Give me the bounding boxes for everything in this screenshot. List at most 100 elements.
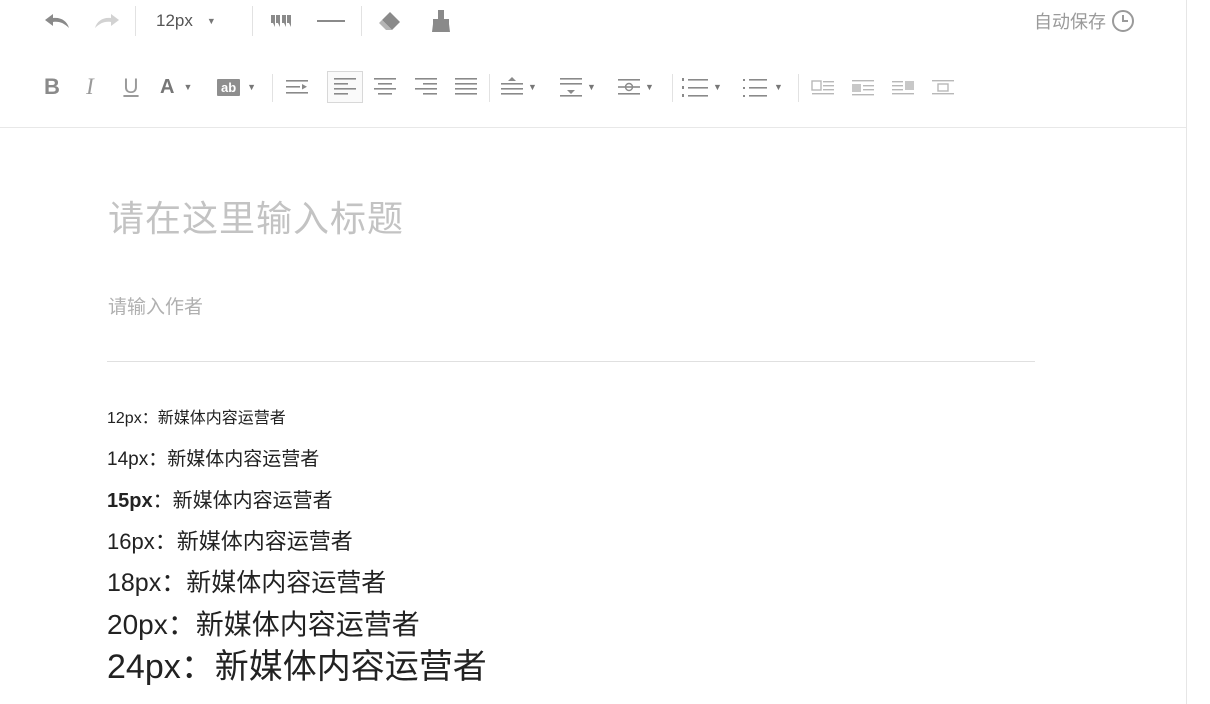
sample-text: 新媒体内容运营者 bbox=[186, 568, 387, 597]
toolbar-separator bbox=[672, 74, 673, 102]
toolbar-separator bbox=[798, 74, 799, 102]
align-justify-icon bbox=[455, 78, 477, 95]
sample-separator: ： bbox=[167, 608, 196, 641]
paragraph-spacing-top-button[interactable]: ▼ bbox=[500, 71, 546, 103]
underline-button[interactable]: U bbox=[120, 71, 142, 103]
editor-toolbar: 12px ▼ 自动保存 B I U A ▼ ab ▼ ▼ ▼ ▼ ▼ ▼ bbox=[0, 0, 1186, 128]
chevron-down-icon: ▼ bbox=[645, 82, 654, 92]
italic-button[interactable]: I bbox=[80, 71, 100, 103]
unordered-list-icon bbox=[743, 79, 767, 97]
sample-line-14px[interactable]: 14px：新媒体内容运营者 bbox=[107, 444, 319, 471]
sample-line-20px[interactable]: 20px：新媒体内容运营者 bbox=[107, 603, 420, 643]
image-float-left-button[interactable] bbox=[809, 71, 837, 103]
autosave-label: 自动保存 bbox=[1034, 12, 1106, 32]
sample-separator: ： bbox=[161, 568, 187, 597]
image-right-icon bbox=[892, 81, 914, 95]
chevron-down-icon: ▼ bbox=[713, 82, 722, 92]
blockquote-button[interactable] bbox=[268, 5, 294, 37]
undo-button[interactable] bbox=[42, 5, 72, 37]
align-left-button[interactable] bbox=[327, 71, 363, 103]
sample-label: 24px bbox=[107, 648, 181, 686]
sample-line-18px[interactable]: 18px：新媒体内容运营者 bbox=[107, 563, 386, 599]
align-justify-button[interactable] bbox=[451, 71, 481, 103]
toolbar-separator bbox=[489, 74, 490, 102]
sample-line-16px[interactable]: 16px：新媒体内容运营者 bbox=[107, 524, 353, 556]
eraser-icon bbox=[379, 12, 400, 30]
chevron-down-icon: ▼ bbox=[247, 82, 257, 92]
font-size-value: 12px bbox=[156, 11, 193, 30]
format-painter-button[interactable] bbox=[428, 5, 454, 37]
highlight-color-button[interactable]: ab ▼ bbox=[217, 71, 265, 103]
author-input[interactable]: 请输入作者 bbox=[108, 292, 203, 319]
align-center-button[interactable] bbox=[370, 71, 400, 103]
sample-label: 16px bbox=[107, 529, 155, 554]
sample-text: 新媒体内容运营者 bbox=[214, 647, 487, 687]
sample-separator: ： bbox=[154, 530, 177, 555]
rich-text-editor: 12px ▼ 自动保存 B I U A ▼ ab ▼ ▼ ▼ ▼ ▼ ▼ 请在这… bbox=[0, 0, 1187, 704]
image-float-right-button[interactable] bbox=[889, 71, 917, 103]
align-right-icon bbox=[415, 78, 437, 95]
sample-separator: ： bbox=[152, 488, 173, 512]
line-height-button[interactable]: ▼ bbox=[617, 71, 663, 103]
sample-label: 15px bbox=[107, 490, 153, 512]
image-float-inline-button[interactable] bbox=[849, 71, 877, 103]
image-inline-icon bbox=[852, 80, 874, 96]
sample-separator: ： bbox=[148, 448, 168, 470]
sample-text: 新媒体内容运营者 bbox=[176, 530, 353, 555]
paragraph-spacing-bottom-button[interactable]: ▼ bbox=[559, 71, 605, 103]
sample-line-15px[interactable]: 15px：新媒体内容运营者 bbox=[107, 484, 333, 513]
toolbar-separator bbox=[252, 6, 253, 36]
horizontal-rule-icon bbox=[317, 20, 345, 22]
chevron-down-icon: ▼ bbox=[183, 82, 193, 92]
horizontal-rule-button[interactable] bbox=[316, 5, 346, 37]
sample-separator: ： bbox=[180, 647, 215, 687]
sample-text: 新媒体内容运营者 bbox=[157, 408, 286, 427]
font-color-label: A bbox=[160, 75, 175, 98]
image-left-icon bbox=[811, 80, 834, 95]
chevron-down-icon: ▼ bbox=[774, 82, 783, 92]
sample-label: 20px bbox=[107, 609, 168, 640]
ordered-list-icon bbox=[682, 78, 708, 97]
sample-label: 14px bbox=[107, 449, 149, 470]
chevron-down-icon: ▼ bbox=[587, 82, 596, 92]
sample-separator: ： bbox=[141, 408, 158, 427]
font-size-select[interactable]: 12px ▼ bbox=[156, 5, 236, 37]
toolbar-separator bbox=[135, 6, 136, 36]
autosave-toggle[interactable]: 自动保存 bbox=[1034, 8, 1135, 34]
toolbar-separator bbox=[361, 6, 362, 36]
sample-label: 18px bbox=[107, 569, 162, 597]
ordered-list-button[interactable]: ▼ bbox=[681, 71, 729, 103]
highlight-label: ab bbox=[217, 78, 241, 96]
spacing-bottom-icon bbox=[560, 78, 582, 97]
chevron-down-icon: ▼ bbox=[528, 82, 537, 92]
title-input[interactable]: 请在这里输入标题 bbox=[108, 190, 404, 242]
image-center-button[interactable] bbox=[929, 71, 957, 103]
header-divider bbox=[107, 361, 1035, 362]
format-painter-icon bbox=[432, 10, 450, 32]
unordered-list-button[interactable]: ▼ bbox=[742, 71, 790, 103]
indent-icon bbox=[286, 80, 308, 94]
bold-button[interactable]: B bbox=[40, 71, 64, 103]
indent-button[interactable] bbox=[283, 71, 311, 103]
chevron-down-icon: ▼ bbox=[206, 16, 216, 26]
undo-icon bbox=[45, 14, 69, 28]
align-center-icon bbox=[374, 78, 396, 95]
line-height-icon bbox=[618, 79, 640, 95]
align-right-button[interactable] bbox=[411, 71, 441, 103]
redo-icon bbox=[95, 14, 119, 28]
image-center-icon bbox=[932, 80, 954, 95]
sample-text: 新媒体内容运营者 bbox=[167, 448, 320, 470]
font-color-button[interactable]: A ▼ bbox=[160, 71, 206, 103]
eraser-button[interactable] bbox=[376, 5, 404, 37]
quote-icon bbox=[271, 15, 291, 27]
toolbar-separator bbox=[272, 74, 273, 102]
sample-text: 新媒体内容运营者 bbox=[172, 488, 333, 512]
sample-line-24px[interactable]: 24px：新媒体内容运营者 bbox=[107, 639, 487, 688]
sample-label: 12px bbox=[107, 410, 142, 427]
redo-button[interactable] bbox=[92, 5, 122, 37]
sample-text: 新媒体内容运营者 bbox=[195, 608, 420, 641]
sample-line-12px[interactable]: 12px：新媒体内容运营者 bbox=[107, 404, 286, 428]
spacing-top-icon bbox=[501, 77, 523, 95]
clock-icon bbox=[1112, 10, 1134, 32]
align-left-icon bbox=[334, 78, 356, 95]
